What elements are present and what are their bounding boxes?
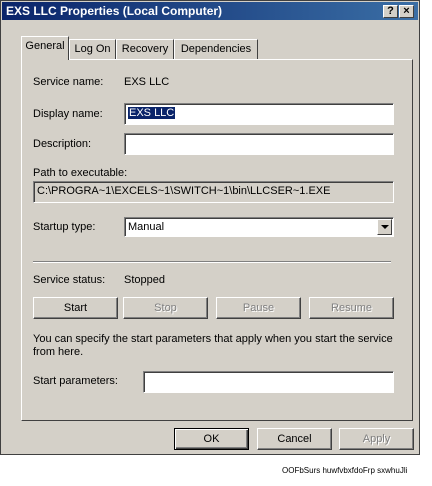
separator xyxy=(33,261,391,263)
chevron-down-icon[interactable] xyxy=(377,219,392,235)
ok-button[interactable]: OK xyxy=(174,428,249,450)
stop-button[interactable]: Stop xyxy=(123,297,208,319)
start-params-help-text: You can specify the start parameters tha… xyxy=(33,333,393,358)
start-params-label: Start parameters: xyxy=(33,375,118,387)
tab-recovery[interactable]: Recovery xyxy=(116,39,174,59)
properties-dialog: EXS LLC Properties (Local Computer) ? × … xyxy=(0,0,420,455)
service-status-value: Stopped xyxy=(124,274,165,286)
path-field[interactable]: C:\PROGRA~1\EXCELS~1\SWITCH~1\bin\LLCSER… xyxy=(33,181,394,203)
tab-dependencies[interactable]: Dependencies xyxy=(174,39,258,59)
service-status-label: Service status: xyxy=(33,274,106,286)
service-name-value: EXS LLC xyxy=(124,76,170,88)
help-button[interactable]: ? xyxy=(383,5,398,18)
general-tab-panel: Service name: EXS LLC Display name: EXS … xyxy=(21,59,413,421)
startup-type-select[interactable]: Manual xyxy=(124,217,394,237)
display-name-value: EXS LLC xyxy=(128,107,176,119)
path-label: Path to executable: xyxy=(33,167,128,179)
pause-button[interactable]: Pause xyxy=(216,297,301,319)
display-name-field[interactable]: EXS LLC xyxy=(124,103,394,125)
description-field[interactable] xyxy=(124,133,394,155)
start-button[interactable]: Start xyxy=(33,297,118,319)
start-params-field[interactable] xyxy=(143,371,394,393)
resume-button[interactable]: Resume xyxy=(309,297,394,319)
window-title: EXS LLC Properties (Local Computer) xyxy=(6,4,223,18)
display-name-label: Display name: xyxy=(33,108,103,120)
close-button[interactable]: × xyxy=(399,5,414,18)
startup-type-value: Manual xyxy=(128,221,165,233)
description-label: Description: xyxy=(33,138,92,150)
cancel-button[interactable]: Cancel xyxy=(257,428,332,450)
tab-general[interactable]: General xyxy=(21,36,69,60)
apply-button[interactable]: Apply xyxy=(339,428,414,450)
title-bar[interactable]: EXS LLC Properties (Local Computer) ? × xyxy=(2,2,418,20)
image-caption: OOFbSurs huwfvbxfdoFrp sxwhuЈli xyxy=(282,466,408,475)
startup-type-label: Startup type: xyxy=(33,221,96,233)
service-name-label: Service name: xyxy=(33,76,104,88)
tab-log-on[interactable]: Log On xyxy=(69,39,116,59)
